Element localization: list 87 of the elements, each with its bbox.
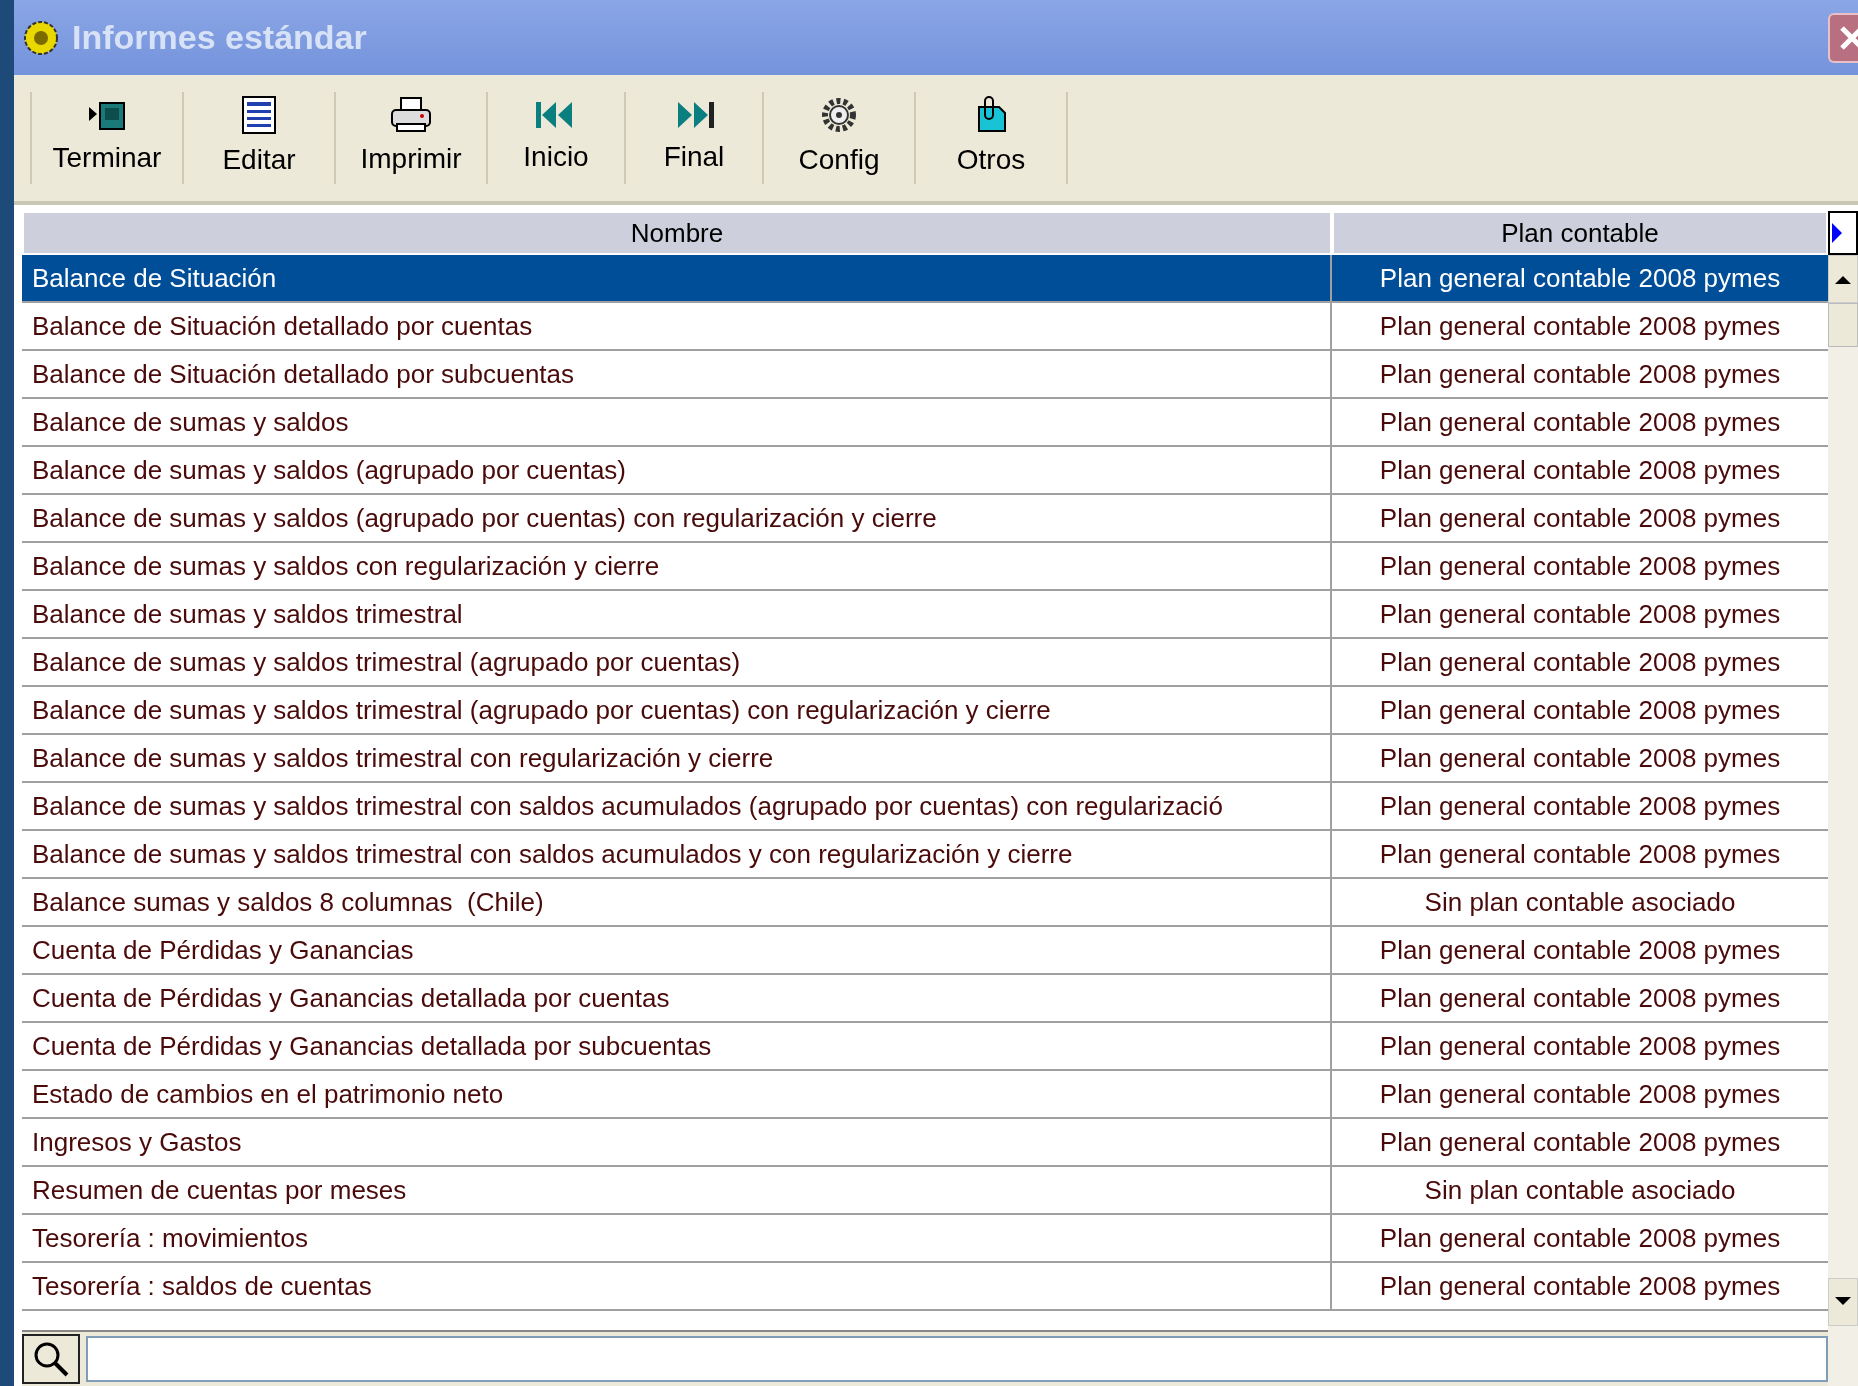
triangle-right-icon bbox=[1830, 221, 1844, 245]
table-row[interactable]: Balance de sumas y saldos trimestral (agrupado por cuentas) con regularización y cierre Plan general contable 2008 pymes bbox=[22, 687, 1828, 735]
table-cell-text: Plan general contable 2008 pymes bbox=[1378, 1221, 1782, 1255]
table-cell: Balance de sumas y saldos trimestral (agrupado por cuentas) bbox=[22, 639, 1332, 685]
table-cell-text: Plan general contable 2008 pymes bbox=[1378, 1269, 1782, 1303]
table-cell-text: Plan general contable 2008 pymes bbox=[1378, 1077, 1782, 1111]
table-cell-text: Plan general contable 2008 pymes bbox=[1378, 597, 1782, 631]
table-cell: Balance de sumas y saldos trimestral con regularización y cierre bbox=[22, 735, 1332, 781]
table-row[interactable]: Balance de sumas y saldos Plan general contable 2008 pymes bbox=[22, 399, 1828, 447]
close-button[interactable] bbox=[1828, 12, 1858, 63]
table-cell: Tesorería : movimientos bbox=[22, 1215, 1332, 1261]
table-row[interactable]: Balance de sumas y saldos trimestral Plan general contable 2008 pymes bbox=[22, 591, 1828, 639]
table-cell-text: Plan general contable 2008 pymes bbox=[1378, 933, 1782, 967]
table-cell-text: Plan general contable 2008 pymes bbox=[1378, 549, 1782, 583]
table-row[interactable]: Balance de sumas y saldos trimestral con saldos acumulados y con regularización y cierre Plan general contable 2008 pymes bbox=[22, 831, 1828, 879]
column-menu-button[interactable] bbox=[1828, 211, 1858, 255]
table-cell-text: Plan general contable 2008 pymes bbox=[1378, 357, 1782, 391]
table-row[interactable]: Balance de Situación detallado por cuentas Plan general contable 2008 pymes bbox=[22, 303, 1828, 351]
table-cell: Balance de Situación detallado por subcuentas bbox=[22, 351, 1332, 397]
table-cell: Balance de sumas y saldos (agrupado por cuentas) bbox=[22, 447, 1332, 493]
table-cell: Cuenta de Pérdidas y Ganancias detallada por subcuentas bbox=[22, 1023, 1332, 1069]
table-row[interactable]: Balance de sumas y saldos trimestral con saldos acumulados (agrupado por cuentas) con regularizació Plan general contable 2008 pymes bbox=[22, 783, 1828, 831]
table-cell: Ingresos y Gastos bbox=[22, 1119, 1332, 1165]
table-cell-text: Plan general contable 2008 pymes bbox=[1378, 837, 1782, 871]
table-row[interactable]: Balance de Situación detallado por subcuentas Plan general contable 2008 pymes bbox=[22, 351, 1828, 399]
table-row[interactable]: Balance de Situación Plan general contable 2008 pymes bbox=[22, 255, 1828, 303]
table-row[interactable]: Ingresos y Gastos Plan general contable 2008 pymes bbox=[22, 1119, 1828, 1167]
search-field[interactable] bbox=[86, 1336, 1828, 1382]
table-cell-text: Plan general contable 2008 pymes bbox=[1378, 981, 1782, 1015]
table-cell: Resumen de cuentas por meses bbox=[22, 1167, 1332, 1213]
table-cell: Balance de sumas y saldos bbox=[22, 399, 1332, 445]
table-cell-text: Sin plan contable asociado bbox=[1423, 1173, 1737, 1207]
table-row[interactable]: Tesorería : movimientos Plan general contable 2008 pymes bbox=[22, 1215, 1828, 1263]
table-row[interactable]: Cuenta de Pérdidas y Ganancias detallada por subcuentas Plan general contable 2008 pymes bbox=[22, 1023, 1828, 1071]
table-cell-text: Plan general contable 2008 pymes bbox=[1378, 501, 1782, 535]
table-cell: Tesorería : saldos de cuentas bbox=[22, 1263, 1332, 1309]
table-row[interactable]: Cuenta de Pérdidas y Ganancias detallada por cuentas Plan general contable 2008 pymes bbox=[22, 975, 1828, 1023]
toolbar-button[interactable]: Editar bbox=[184, 92, 334, 184]
scroll-thumb[interactable] bbox=[1828, 303, 1858, 347]
table-cell-text: Plan general contable 2008 pymes bbox=[1378, 405, 1782, 439]
table-cell: Balance de sumas y saldos (agrupado por cuentas) con regularización y cierre bbox=[22, 495, 1332, 541]
table-row[interactable]: Balance de sumas y saldos (agrupado por cuentas) Plan general contable 2008 pymes bbox=[22, 447, 1828, 495]
table-cell-text: Plan general contable 2008 pymes bbox=[1378, 741, 1782, 775]
sun-app-icon bbox=[22, 18, 60, 57]
scroll-down-button[interactable] bbox=[1828, 1278, 1858, 1326]
scroll-up-button[interactable] bbox=[1828, 255, 1858, 303]
document-icon bbox=[239, 95, 279, 135]
toolbar-button[interactable]: Final bbox=[626, 92, 762, 184]
table-cell-text: Plan general contable 2008 pymes bbox=[1378, 693, 1782, 727]
table-row[interactable]: Balance de sumas y saldos (agrupado por cuentas) con regularización y cierre Plan general contable 2008 pymes bbox=[22, 495, 1828, 543]
table-cell-text: Plan general contable 2008 pymes bbox=[1378, 1029, 1782, 1063]
column-header[interactable]: Plan contable bbox=[1334, 213, 1826, 253]
table-cell-text: Plan general contable 2008 pymes bbox=[1378, 645, 1782, 679]
toolbar-button[interactable]: Imprimir bbox=[336, 92, 486, 184]
table-cell: Cuenta de Pérdidas y Ganancias detallada por cuentas bbox=[22, 975, 1332, 1021]
table-row[interactable]: Balance sumas y saldos 8 columnas (Chile) Sin plan contable asociado bbox=[22, 879, 1828, 927]
arrow-up-icon bbox=[1835, 274, 1851, 284]
table-cell-text: Plan general contable 2008 pymes bbox=[1378, 1125, 1782, 1159]
table-row[interactable]: Tesorería : saldos de cuentas Plan general contable 2008 pymes bbox=[22, 1263, 1828, 1311]
table-row[interactable]: Resumen de cuentas por meses Sin plan contable asociado bbox=[22, 1167, 1828, 1215]
table-cell: Balance de sumas y saldos trimestral con saldos acumulados y con regularización y cierre bbox=[22, 831, 1332, 877]
table-cell: Balance de Situación detallado por cuentas bbox=[22, 303, 1332, 349]
table-row[interactable]: Cuenta de Pérdidas y Ganancias Plan general contable 2008 pymes bbox=[22, 927, 1828, 975]
table-cell-text: Sin plan contable asociado bbox=[1423, 885, 1737, 919]
table-cell: Balance de sumas y saldos con regularización y cierre bbox=[22, 543, 1332, 589]
search-button[interactable] bbox=[22, 1334, 80, 1384]
table-cell: Balance de sumas y saldos trimestral (agrupado por cuentas) con regularización y cierre bbox=[22, 687, 1332, 733]
toolbar-button[interactable]: Otros bbox=[916, 92, 1066, 184]
toolbar-button[interactable]: Inicio bbox=[488, 92, 624, 184]
table-cell: Balance de sumas y saldos trimestral con saldos acumulados (agrupado por cuentas) con regularizació bbox=[22, 783, 1332, 829]
table-cell: Cuenta de Pérdidas y Ganancias bbox=[22, 927, 1332, 973]
toolbar-button[interactable]: Config bbox=[764, 92, 914, 184]
toolbar-button[interactable]: Terminar bbox=[32, 92, 182, 184]
window-title: Informes estándar bbox=[72, 17, 367, 58]
table-row[interactable]: Balance de sumas y saldos con regularización y cierre Plan general contable 2008 pymes bbox=[22, 543, 1828, 591]
table-cell-text: Plan general contable 2008 pymes bbox=[1378, 789, 1782, 823]
table-cell: Balance de sumas y saldos trimestral bbox=[22, 591, 1332, 637]
printer-icon bbox=[389, 96, 433, 134]
table-cell: Balance sumas y saldos 8 columnas (Chile) bbox=[22, 879, 1332, 925]
table-row[interactable]: Estado de cambios en el patrimonio neto Plan general contable 2008 pymes bbox=[22, 1071, 1828, 1119]
gear-icon bbox=[819, 95, 859, 135]
table-cell-text: Plan general contable 2008 pymes bbox=[1378, 309, 1782, 343]
table-row[interactable]: Balance de sumas y saldos trimestral con regularización y cierre Plan general contable 2008 pymes bbox=[22, 735, 1828, 783]
table-cell-text: Plan general contable 2008 pymes bbox=[1378, 453, 1782, 487]
table-cell: Estado de cambios en el patrimonio neto bbox=[22, 1071, 1332, 1117]
table-row[interactable]: Balance de sumas y saldos trimestral (agrupado por cuentas) Plan general contable 2008 pymes bbox=[22, 639, 1828, 687]
arrow-down-icon bbox=[1835, 1297, 1851, 1307]
